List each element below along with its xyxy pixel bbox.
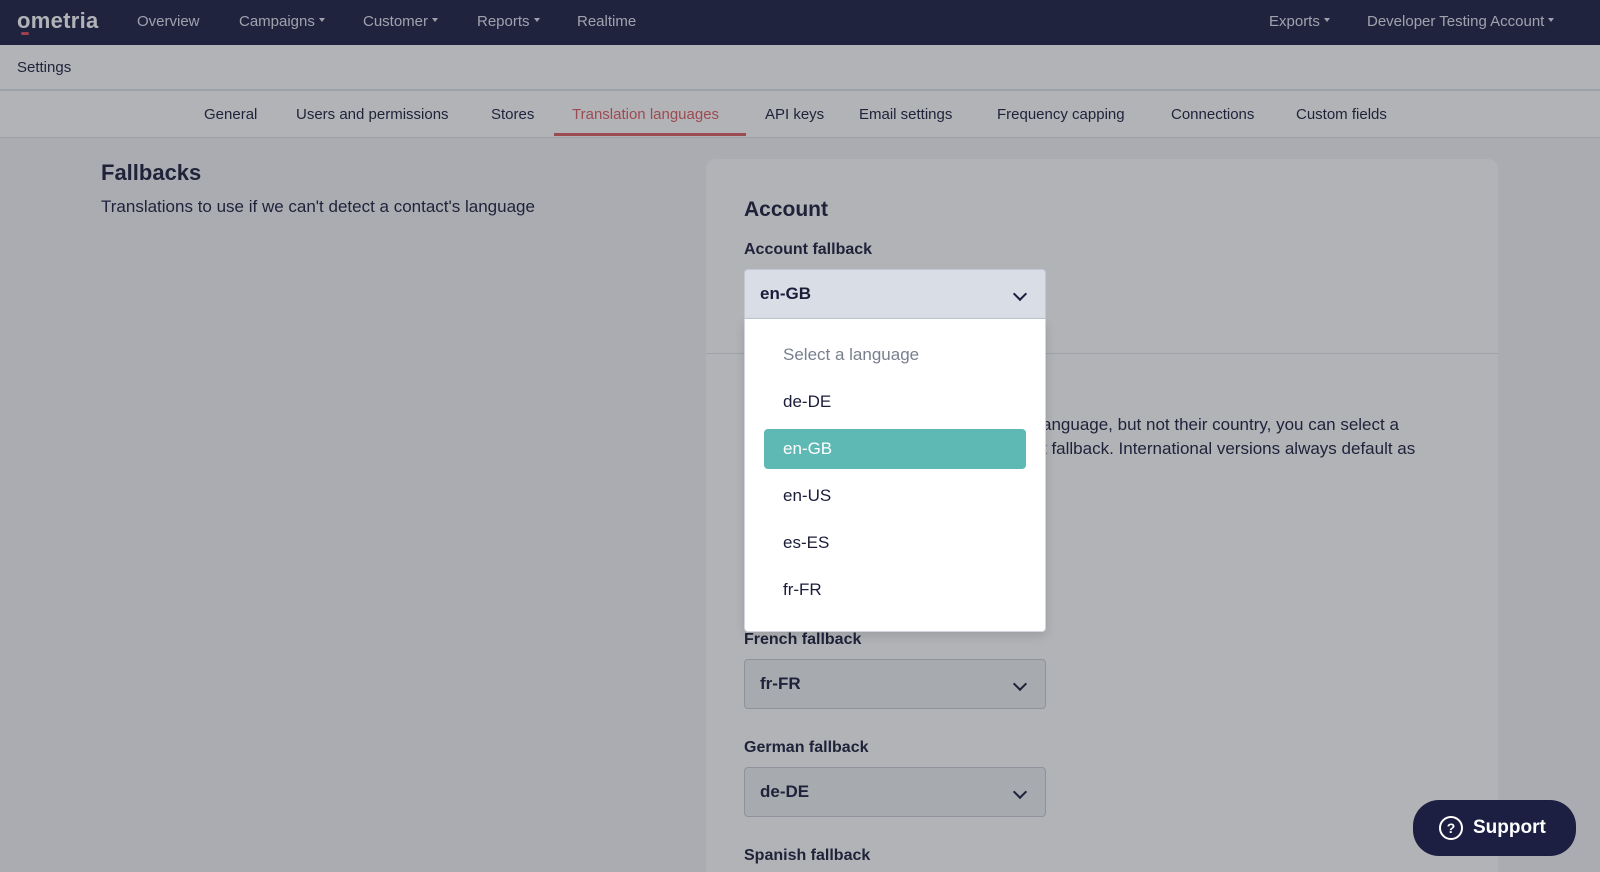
nav-realtime[interactable]: Realtime — [577, 13, 636, 30]
caret-down-icon — [1548, 18, 1555, 23]
logo-text: ometria — [17, 8, 99, 33]
account-fallback-select[interactable]: en-GB — [744, 269, 1046, 319]
tab-api-keys[interactable]: API keys — [765, 106, 824, 123]
tab-translation-languages[interactable]: Translation languages — [572, 106, 719, 123]
caret-down-icon — [1323, 18, 1330, 23]
nav-realtime-label: Realtime — [577, 13, 637, 30]
option-en-us[interactable]: en-US — [764, 476, 1026, 516]
fallbacks-heading: Fallbacks — [101, 160, 202, 185]
nav-customer-label: Customer — [363, 13, 429, 30]
nav-campaigns[interactable]: Campaigns — [239, 13, 325, 30]
region-description-line-2: t fallback. International versions alway… — [1042, 439, 1416, 458]
nav-exports-label: Exports — [1269, 13, 1320, 30]
nav-campaigns-label: Campaigns — [239, 13, 315, 30]
nav-customer[interactable]: Customer — [363, 13, 439, 30]
nav-reports[interactable]: Reports — [477, 13, 540, 30]
logo-accent — [21, 32, 29, 35]
active-tab-indicator — [554, 133, 746, 136]
option-de-de[interactable]: de-DE — [764, 382, 1026, 422]
option-fr-fr[interactable]: fr-FR — [764, 570, 1026, 610]
ometria-logo[interactable]: ometria — [17, 8, 99, 35]
tab-users-and-permissions[interactable]: Users and permissions — [296, 106, 449, 123]
option-en-gb[interactable]: en-GB — [764, 429, 1026, 469]
fallbacks-description: Translations to use if we can't detect a… — [101, 197, 535, 216]
option-es-es[interactable]: es-ES — [764, 523, 1026, 563]
support-button[interactable]: ? Support — [1413, 800, 1576, 856]
question-icon: ? — [1439, 816, 1463, 840]
chevron-down-icon — [1012, 676, 1028, 692]
settings-bar: Settings — [0, 45, 1600, 91]
caret-down-icon — [533, 18, 540, 23]
chevron-down-icon — [1012, 286, 1028, 302]
support-label: Support — [1473, 817, 1546, 838]
account-fallback-value: en-GB — [760, 284, 811, 303]
nav-account-menu[interactable]: Developer Testing Account — [1367, 13, 1555, 30]
french-fallback-label: French fallback — [744, 631, 862, 648]
settings-title: Settings — [17, 59, 72, 76]
chevron-down-icon — [1012, 784, 1028, 800]
caret-down-icon — [432, 18, 439, 23]
nav-exports[interactable]: Exports — [1269, 13, 1330, 30]
top-nav: ometria Overview Campaigns Customer Repo… — [0, 0, 1600, 45]
nav-account-label: Developer Testing Account — [1367, 13, 1545, 30]
language-dropdown-menu: Select a language de-DE en-GB en-US es-E… — [744, 319, 1046, 632]
account-heading: Account — [744, 198, 828, 221]
tab-stores[interactable]: Stores — [491, 106, 534, 123]
tab-connections[interactable]: Connections — [1171, 106, 1254, 123]
french-fallback-select[interactable]: fr-FR — [744, 659, 1046, 709]
caret-down-icon — [318, 18, 325, 23]
nav-overview-label: Overview — [137, 13, 200, 30]
region-description-line-1: anguage, but not their country, you can … — [1042, 415, 1399, 434]
german-fallback-label: German fallback — [744, 739, 869, 756]
account-fallback-label: Account fallback — [744, 241, 873, 258]
tab-general[interactable]: General — [204, 106, 257, 123]
german-fallback-value: de-DE — [760, 782, 810, 801]
settings-tabs: General Users and permissions Stores Tra… — [0, 91, 1600, 138]
nav-overview[interactable]: Overview — [137, 13, 200, 30]
tab-frequency-capping[interactable]: Frequency capping — [997, 106, 1125, 123]
tab-email-settings[interactable]: Email settings — [859, 106, 952, 123]
tab-custom-fields[interactable]: Custom fields — [1296, 106, 1387, 123]
french-fallback-value: fr-FR — [760, 674, 801, 693]
german-fallback-select[interactable]: de-DE — [744, 767, 1046, 817]
option-placeholder[interactable]: Select a language — [764, 335, 1026, 375]
spanish-fallback-label: Spanish fallback — [744, 847, 871, 864]
nav-reports-label: Reports — [477, 13, 530, 30]
